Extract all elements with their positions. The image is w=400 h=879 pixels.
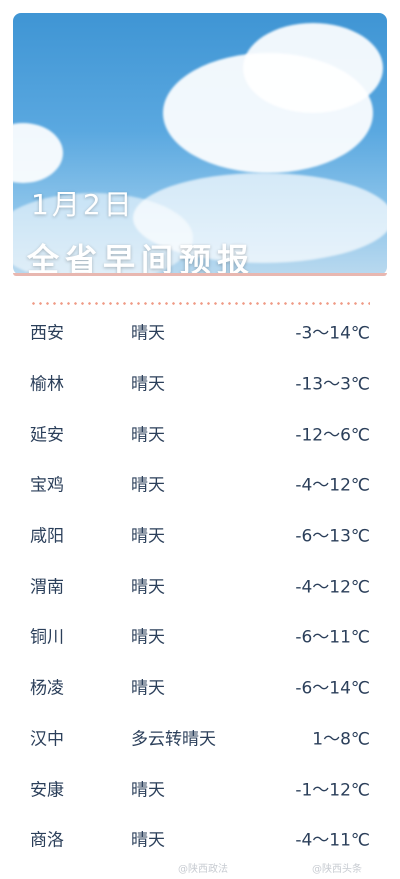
city-name: 渭南 bbox=[30, 577, 64, 598]
weather-condition: 多云转晴天 bbox=[131, 729, 216, 750]
temperature-range: 1～8℃ bbox=[312, 729, 370, 750]
forecast-row: 安康 晴天 -1～12℃ bbox=[0, 762, 400, 813]
temperature-range: -3～14℃ bbox=[295, 323, 370, 344]
cloud-shape bbox=[13, 123, 63, 183]
dotted-divider bbox=[30, 302, 370, 305]
temperature-range: -6～11℃ bbox=[295, 627, 370, 648]
city-name: 榆林 bbox=[30, 374, 64, 395]
city-name: 安康 bbox=[30, 780, 64, 801]
forecast-table: 西安 晴天 -3～14℃ 榆林 晴天 -13～3℃ 延安 晴天 -12～6℃ 宝… bbox=[0, 306, 400, 864]
city-name: 西安 bbox=[30, 323, 64, 344]
forecast-row: 铜川 晴天 -6～11℃ bbox=[0, 610, 400, 661]
weather-condition: 晴天 bbox=[131, 627, 165, 648]
forecast-row: 榆林 晴天 -13～3℃ bbox=[0, 357, 400, 408]
forecast-row: 宝鸡 晴天 -4～12℃ bbox=[0, 458, 400, 509]
watermark: @陕西头条 bbox=[312, 864, 362, 875]
temperature-range: -4～11℃ bbox=[295, 830, 370, 851]
weather-condition: 晴天 bbox=[131, 780, 165, 801]
forecast-row: 延安 晴天 -12～6℃ bbox=[0, 407, 400, 458]
forecast-date: 1月2日 bbox=[31, 188, 135, 221]
watermark: @陕西政法 bbox=[178, 864, 228, 875]
temperature-range: -1～12℃ bbox=[295, 780, 370, 801]
weather-condition: 晴天 bbox=[131, 830, 165, 851]
city-name: 汉中 bbox=[30, 729, 64, 750]
city-name: 商洛 bbox=[30, 830, 64, 851]
city-name: 宝鸡 bbox=[30, 475, 64, 496]
city-name: 咸阳 bbox=[30, 526, 64, 547]
weather-condition: 晴天 bbox=[131, 678, 165, 699]
header-banner: 1月2日 全省早间预报 bbox=[13, 13, 387, 275]
cloud-shape bbox=[243, 23, 383, 113]
forecast-row: 商洛 晴天 -4～11℃ bbox=[0, 813, 400, 864]
weather-condition: 晴天 bbox=[131, 577, 165, 598]
forecast-row: 渭南 晴天 -4～12℃ bbox=[0, 559, 400, 610]
temperature-range: -4～12℃ bbox=[295, 577, 370, 598]
temperature-range: -6～14℃ bbox=[295, 678, 370, 699]
forecast-row: 西安 晴天 -3～14℃ bbox=[0, 306, 400, 357]
city-name: 铜川 bbox=[30, 627, 64, 648]
page-title: 全省早间预报 bbox=[27, 241, 256, 275]
temperature-range: -13～3℃ bbox=[295, 374, 370, 395]
banner-bottom-border bbox=[13, 273, 387, 276]
weather-condition: 晴天 bbox=[131, 475, 165, 496]
forecast-row: 杨凌 晴天 -6～14℃ bbox=[0, 661, 400, 712]
weather-condition: 晴天 bbox=[131, 425, 165, 446]
weather-condition: 晴天 bbox=[131, 323, 165, 344]
weather-condition: 晴天 bbox=[131, 526, 165, 547]
forecast-row: 汉中 多云转晴天 1～8℃ bbox=[0, 712, 400, 763]
city-name: 延安 bbox=[30, 425, 64, 446]
temperature-range: -6～13℃ bbox=[295, 526, 370, 547]
forecast-row: 咸阳 晴天 -6～13℃ bbox=[0, 509, 400, 560]
temperature-range: -12～6℃ bbox=[295, 425, 370, 446]
temperature-range: -4～12℃ bbox=[295, 475, 370, 496]
city-name: 杨凌 bbox=[30, 678, 64, 699]
weather-condition: 晴天 bbox=[131, 374, 165, 395]
